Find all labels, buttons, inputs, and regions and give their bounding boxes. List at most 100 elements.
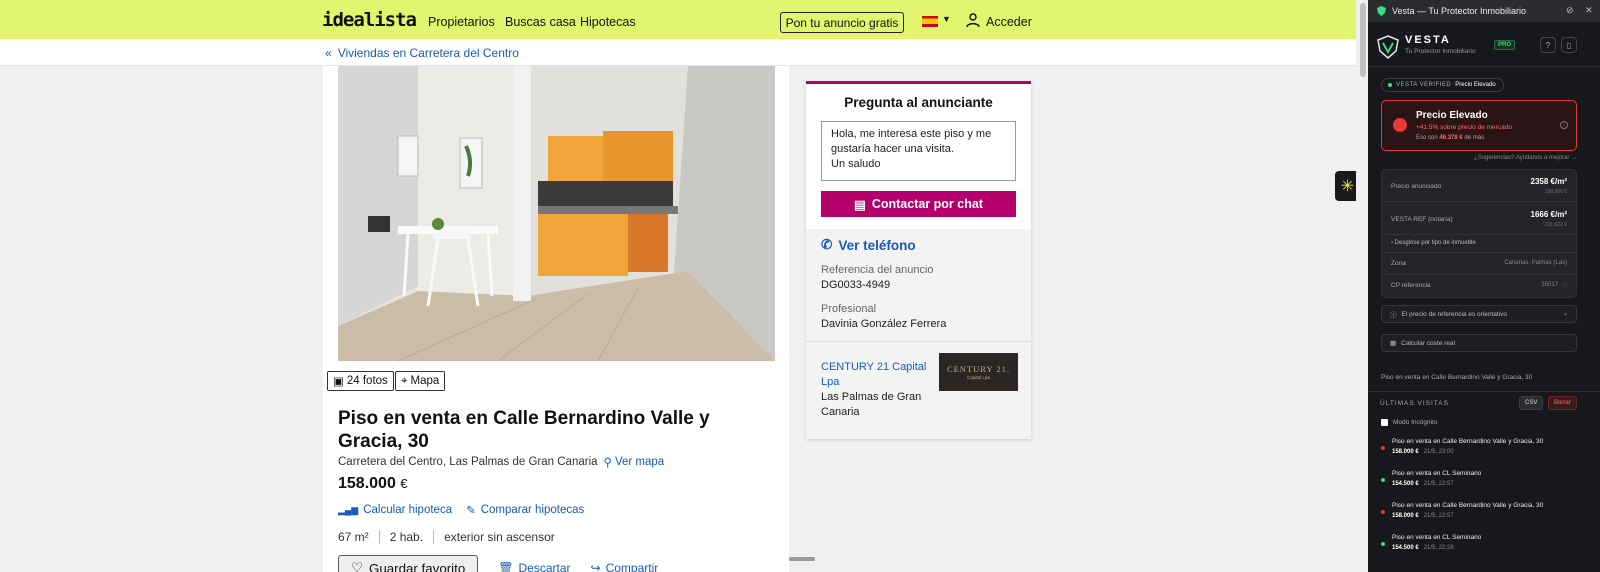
visit-item[interactable]: Piso en venta en Calle Bernardino Valle …	[1381, 438, 1577, 466]
postal-code-value: 35017	[1541, 282, 1558, 288]
breadcrumb[interactable]: « Viviendas en Carretera del Centro	[325, 46, 519, 60]
incognito-toggle[interactable]: Modo Incógnito	[1381, 419, 1437, 426]
nav-propietarios[interactable]: Propietarios	[428, 15, 495, 29]
agency-link[interactable]: CENTURY 21 Capital Lpa	[821, 360, 931, 390]
bar-chart-icon: ▂▄▆	[338, 504, 359, 515]
visit-title: Piso en venta en CL Seminario	[1392, 534, 1482, 541]
discard-label: Descartar	[518, 561, 571, 572]
export-csv-button[interactable]: CSV	[1519, 396, 1544, 410]
listing-title: Piso en venta en Calle Bernardino Valle …	[338, 408, 710, 452]
see-phone-label: Ver teléfono	[838, 237, 916, 253]
listing-content: ▣ 24 fotos ⌖ Mapa Piso en venta en Calle…	[323, 66, 789, 572]
verified-badge: VESTA VERIFIED Precio Elevado	[1381, 78, 1504, 92]
suggestions-link[interactable]: ¿Sugerencias? Ayúdanos a mejorar →	[1474, 155, 1577, 161]
close-icon[interactable]: ✕	[1585, 5, 1593, 16]
visit-date: 21/5, 23:00	[1423, 449, 1454, 455]
agency-logo[interactable]: CENTURY 21. Capital Lpa	[939, 353, 1018, 391]
save-favorite-button[interactable]: ♡ Guardar favorito	[338, 555, 479, 572]
breadcrumb-link[interactable]: Viviendas en Carretera del Centro	[338, 46, 519, 60]
user-icon[interactable]	[966, 13, 980, 28]
listed-price-label: Precio anunciado	[1391, 183, 1442, 190]
photos-button[interactable]: ▣ 24 fotos	[327, 371, 394, 391]
visit-title: Piso en venta en Calle Bernardino Valle …	[1392, 438, 1544, 445]
price-alert-card: Precio Elevado +41.5% sobre precio de me…	[1381, 100, 1577, 151]
listing-price: 158.000 €	[338, 475, 408, 493]
breakdown-toggle[interactable]: › Desglose por tipo de inmueble	[1391, 240, 1476, 246]
double-chevron-left-icon: «	[325, 46, 332, 60]
share-link[interactable]: ↪ Compartir	[591, 561, 659, 572]
agency-logo-sub: Capital Lpa	[967, 375, 990, 380]
idealista-logo[interactable]: idealista	[322, 9, 417, 31]
publish-ad-button[interactable]: Pon tu anuncio gratis	[780, 12, 904, 33]
pin-off-icon[interactable]: ⊘	[1566, 5, 1574, 16]
status-dot	[1381, 510, 1385, 514]
see-phone-link[interactable]: ✆ Ver teléfono	[821, 237, 916, 253]
agency-logo-text: CENTURY 21.	[946, 364, 1011, 374]
address-text: Carretera del Centro, Las Palmas de Gran…	[338, 456, 598, 468]
compare-mortgages-label: Comparar hipotecas	[480, 504, 585, 516]
scrollbar-thumb[interactable]	[1360, 3, 1366, 77]
contact-panel: Pregunta al anunciante Hola, me interesa…	[806, 81, 1031, 439]
agency-city: Las Palmas de Gran Canaria	[821, 391, 922, 418]
vesta-tagline: Tu Protector Inmobiliario	[1405, 48, 1476, 55]
visit-date: 21/5, 22:26	[1423, 545, 1454, 551]
verified-value: Precio Elevado	[1455, 82, 1496, 88]
divider	[806, 341, 1031, 342]
nav-buscas-casa[interactable]: Buscas casa	[505, 15, 576, 29]
visit-item[interactable]: Piso en venta en Calle Bernardino Valle …	[1381, 502, 1577, 530]
listed-price-value: 2358 €/m²	[1530, 177, 1567, 186]
info-icon[interactable]: i	[1560, 121, 1568, 129]
calc-real-cost-button[interactable]: ▦ Calcular coste real	[1381, 334, 1577, 352]
checkbox[interactable]	[1381, 419, 1388, 426]
trash-icon: 🗑	[498, 561, 514, 572]
visit-item[interactable]: Piso en venta en CL Seminario 154.500 € 2…	[1381, 534, 1577, 562]
chat-icon: ▤	[854, 197, 866, 212]
vesta-side-tab[interactable]: ✳	[1335, 171, 1356, 201]
pencil-icon: ✎	[466, 505, 476, 517]
login-link[interactable]: Acceder	[986, 15, 1032, 29]
compare-mortgages-link[interactable]: ✎ Comparar hipotecas	[466, 503, 584, 517]
reference-price-total: ~111.622 €	[1542, 222, 1567, 228]
discard-link[interactable]: 🗑 Descartar	[498, 561, 570, 572]
page-scrollbar[interactable]	[1358, 0, 1368, 572]
listing-features: 67 m² 2 hab. exterior sin ascensor	[338, 530, 555, 544]
sidebar-toggle-icon[interactable]: ▯	[1561, 37, 1577, 53]
horizontal-scroll-handle[interactable]	[789, 557, 815, 561]
map-pin-icon: ⚲	[603, 457, 612, 469]
reference-note-toggle[interactable]: ⓘ El precio de referencia es orientativo…	[1381, 305, 1577, 323]
postal-code-label: CP referencia	[1391, 282, 1431, 289]
see-map-link[interactable]: ⚲ Ver mapa	[604, 455, 665, 469]
map-button[interactable]: ⌖ Mapa	[395, 371, 446, 391]
contact-title: Pregunta al anunciante	[844, 95, 993, 110]
zone-label: Zona	[1391, 260, 1406, 267]
extension-body: VESTA Tu Protector Inmobiliario PRO ? ▯ …	[1368, 22, 1600, 572]
listed-price-total: 158.000 €	[1544, 189, 1567, 195]
heart-icon: ♡	[351, 560, 363, 572]
alert-extra-pre: Eso son	[1416, 135, 1438, 141]
message-textarea[interactable]: Hola, me interesa este piso y me gustarí…	[821, 121, 1016, 181]
map-label: Mapa	[410, 375, 440, 387]
sparkle-icon: ✳	[1340, 178, 1355, 195]
visit-meta: 154.500 € 21/5, 22:26	[1392, 545, 1454, 551]
spain-flag-icon[interactable]	[922, 16, 938, 27]
help-icon[interactable]: ?	[1540, 37, 1556, 53]
price-currency: €	[400, 476, 408, 491]
listing-actions: ♡ Guardar favorito 🗑 Descartar ↪ Compart…	[338, 555, 658, 572]
visit-item[interactable]: Piso en venta en CL Seminario 154.500 € 2…	[1381, 470, 1577, 498]
nav-hipotecas[interactable]: Hipotecas	[580, 15, 636, 29]
shield-icon	[1377, 6, 1386, 16]
clear-visits-button[interactable]: Borrar	[1548, 396, 1577, 410]
breadcrumb-bar: « Viviendas en Carretera del Centro	[0, 39, 1356, 66]
listing-address: Carretera del Centro, Las Palmas de Gran…	[338, 455, 664, 469]
share-label: Compartir	[605, 561, 659, 572]
phone-icon: ✆	[821, 237, 833, 252]
listing-photo[interactable]	[338, 66, 775, 361]
visit-price: 154.500 €	[1392, 545, 1419, 551]
info-icon[interactable]: ⓘ	[1562, 281, 1568, 290]
image-icon: ▣	[333, 376, 344, 388]
calc-mortgage-link[interactable]: ▂▄▆ Calcular hipoteca	[338, 504, 452, 516]
divider	[1368, 391, 1600, 392]
chevron-down-icon[interactable]: ▼	[942, 14, 951, 24]
see-map-label: Ver mapa	[614, 456, 665, 468]
contact-chat-button[interactable]: ▤ Contactar por chat	[821, 191, 1016, 217]
